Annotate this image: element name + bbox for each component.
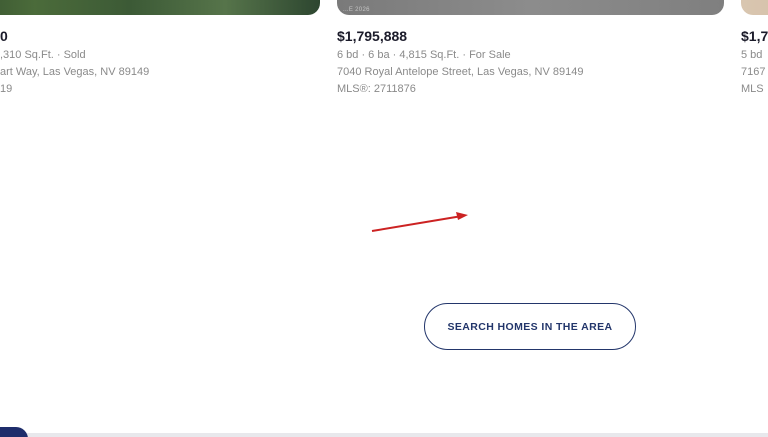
- listing-mls: 19: [0, 83, 13, 95]
- listing-card[interactable]: 0 ,310 Sq.Ft. · Sold art Way, Las Vegas,…: [0, 0, 320, 96]
- listing-photo[interactable]: [741, 0, 768, 15]
- listing-photo[interactable]: ...E 2026: [337, 0, 724, 15]
- listing-meta: ,310 Sq.Ft. · Sold: [0, 49, 86, 61]
- search-homes-button[interactable]: SEARCH HOMES IN THE AREA: [424, 303, 636, 350]
- red-arrow-annotation: [371, 212, 468, 232]
- listing-meta: 5 bd: [741, 49, 763, 61]
- listing-photo[interactable]: [0, 0, 320, 15]
- listing-price: $1,795,888: [337, 28, 408, 44]
- listing-address: art Way, Las Vegas, NV 89149: [0, 66, 150, 78]
- listing-address: 7167: [741, 66, 766, 78]
- listing-card[interactable]: $1,7 5 bd 7167 MLS: [741, 0, 768, 96]
- listing-mls: MLS: [741, 83, 764, 95]
- bottom-bar: [0, 433, 768, 437]
- listing-meta: 6 bd · 6 ba · 4,815 Sq.Ft. · For Sale: [337, 49, 511, 61]
- listings-page: 0 ,310 Sq.Ft. · Sold art Way, Las Vegas,…: [0, 0, 768, 437]
- arrow-head: [456, 212, 468, 220]
- arrow-shaft: [371, 215, 463, 232]
- chat-widget-button[interactable]: [0, 427, 28, 437]
- listing-card[interactable]: ...E 2026 $1,795,888 6 bd · 6 ba · 4,815…: [337, 0, 724, 96]
- listing-address: 7040 Royal Antelope Street, Las Vegas, N…: [337, 66, 584, 78]
- listing-price: 0: [0, 28, 8, 44]
- listing-price: $1,7: [741, 28, 768, 44]
- photo-watermark: ...E 2026: [343, 7, 370, 13]
- listing-mls: MLS®: 2711876: [337, 83, 416, 95]
